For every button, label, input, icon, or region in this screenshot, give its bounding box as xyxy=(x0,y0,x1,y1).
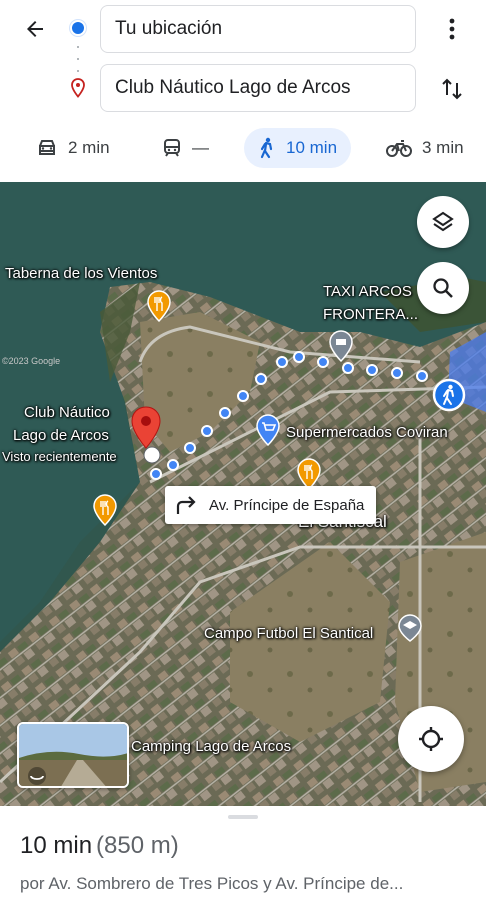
label-club-line2[interactable]: Lago de Arcos xyxy=(13,427,109,445)
layers-button[interactable] xyxy=(417,196,469,248)
directions-header: Tu ubicación Club Náutico Lago de Arcos xyxy=(0,0,486,120)
label-supermercados[interactable]: Supermercados Coviran xyxy=(286,424,448,442)
origin-field[interactable]: Tu ubicación xyxy=(100,5,416,53)
travel-modes: 2 min — 10 min 3 min xyxy=(0,122,486,174)
swap-vert-icon xyxy=(442,78,462,100)
mode-walking[interactable]: 10 min xyxy=(244,128,352,168)
turn-callout[interactable]: Av. Príncipe de España xyxy=(165,486,377,524)
destination-field[interactable]: Club Náutico Lago de Arcos xyxy=(100,64,416,112)
arrow-back-icon xyxy=(27,21,43,37)
layers-icon xyxy=(432,211,454,232)
swap-button[interactable] xyxy=(436,72,468,106)
school-pin-icon[interactable] xyxy=(398,614,422,642)
turn-right-icon xyxy=(176,496,196,514)
distance-value: (850 m) xyxy=(96,832,179,859)
taxi-pin-icon[interactable] xyxy=(329,330,353,362)
label-camping[interactable]: Camping Lago de Arcos xyxy=(131,738,291,756)
label-club-line1[interactable]: Club Náutico xyxy=(24,404,110,422)
destination-marker-icon[interactable] xyxy=(130,406,162,450)
my-location-button[interactable] xyxy=(398,706,464,772)
label-taberna[interactable]: Taberna de los Vientos xyxy=(5,265,157,283)
restaurant-pin-icon[interactable] xyxy=(93,494,117,526)
shopping-pin-icon[interactable] xyxy=(256,414,280,446)
train-icon xyxy=(164,139,180,157)
crosshair-icon xyxy=(419,727,443,751)
restaurant-pin-icon[interactable] xyxy=(147,290,171,322)
map-view[interactable]: Taberna de los Vientos TAXI ARCOS FRONTE… xyxy=(0,182,486,806)
route-summary-sheet[interactable]: 10 min (850 m) por Av. Sombrero de Tres P… xyxy=(0,806,486,900)
more-options-button[interactable] xyxy=(436,12,468,46)
back-button[interactable] xyxy=(18,12,52,46)
destination-pin-icon xyxy=(71,78,85,98)
mode-cycling-label: 3 min xyxy=(422,138,464,157)
drag-handle[interactable] xyxy=(228,815,258,819)
car-icon xyxy=(39,140,55,155)
walking-person-marker-icon[interactable] xyxy=(432,378,466,412)
label-campo-futbol[interactable]: Campo Futbol El Santical xyxy=(204,625,373,643)
more-vert-icon xyxy=(449,18,455,40)
search-button[interactable] xyxy=(417,262,469,314)
mode-transit[interactable]: — xyxy=(148,128,223,168)
mode-driving[interactable]: 2 min xyxy=(22,128,124,168)
duration-value: 10 min xyxy=(20,832,93,859)
mode-walking-label: 10 min xyxy=(286,138,338,157)
bike-icon xyxy=(386,140,412,157)
mode-cycling[interactable]: 3 min xyxy=(372,128,478,168)
search-icon xyxy=(433,278,453,298)
mode-transit-label: — xyxy=(192,138,209,157)
route-via: por Av. Sombrero de Tres Picos y Av. Prí… xyxy=(20,874,404,893)
walk-icon xyxy=(260,137,273,159)
label-taxi-line1[interactable]: TAXI ARCOS xyxy=(323,283,412,301)
street-view-image xyxy=(19,724,127,786)
origin-dot-icon xyxy=(72,22,84,34)
route-duration: 10 min (850 m) xyxy=(20,832,179,860)
route-dots-icon xyxy=(77,46,79,72)
street-view-thumbnail[interactable] xyxy=(17,722,129,788)
label-taxi-line2[interactable]: FRONTERA... xyxy=(323,306,418,324)
mode-driving-label: 2 min xyxy=(68,138,110,157)
label-recently-viewed: Visto recientemente xyxy=(2,449,117,464)
google-watermark: ©2023 Google xyxy=(2,356,61,366)
turn-callout-label: Av. Príncipe de España xyxy=(209,496,365,514)
